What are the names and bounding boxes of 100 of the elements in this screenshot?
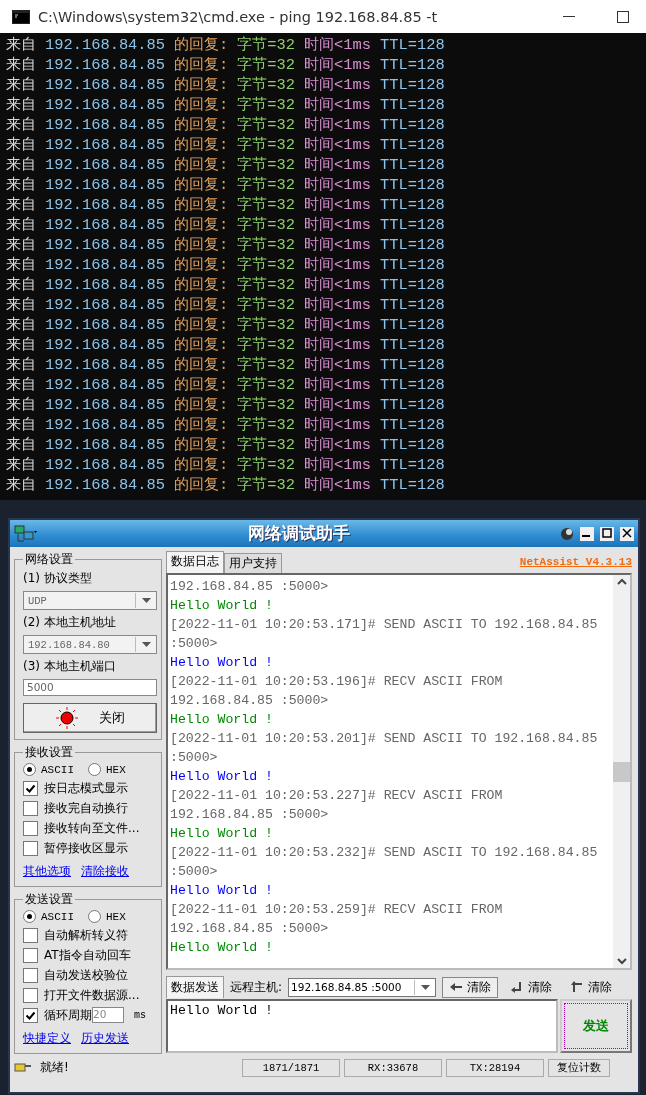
console-text: TTL=128 [380,35,445,55]
checkbox[interactable] [23,840,38,856]
console-text: 192.168.84.85 [45,215,166,235]
console-text: 192.168.84.85 [45,135,166,155]
console-text: 192.168.84.85 [45,295,166,315]
network-icon[interactable] [14,524,38,543]
log-line: Hello World ! [170,939,274,957]
radio-button[interactable] [23,763,36,776]
clear-button[interactable]: 清除 [504,977,559,997]
console-text: 字节=32 [237,115,296,135]
port-field[interactable]: 5000 [23,679,157,696]
option-link[interactable]: 其他选项 [23,863,71,880]
console-text: 192.168.84.85 [45,355,166,375]
up-arrow-icon [570,981,585,993]
console-text: 192.168.84.85 [45,415,166,435]
console-text: TTL=128 [380,135,445,155]
console-text: 的回复: [174,235,229,255]
log-line: [2022-11-01 10:20:53.259]# RECV ASCII FROM [170,901,504,919]
reset-count-button[interactable]: 复位计数 [548,1059,610,1077]
console-text: 的回复: [174,315,229,335]
minimize-icon[interactable] [563,15,575,18]
console-text: 192.168.84.85 [45,475,166,495]
group-title: 网络设置 [24,551,74,568]
console-text: TTL=128 [380,155,445,175]
log-line: 192.168.84.85 :5000> [170,578,330,596]
window-title: C:\Windows\system32\cmd.exe - ping 192.168.84.85 -t [38,8,439,25]
log-line: Hello World ! [170,597,274,615]
scroll-thumb[interactable] [613,761,630,782]
maximize-icon[interactable] [617,10,629,23]
message-field[interactable]: Hello World ! [166,999,558,1053]
console-text: 来自 [6,355,36,375]
maximize-icon[interactable] [600,526,614,541]
console-text: 的回复: [174,115,229,135]
console-text: 时间<1ms [304,95,371,115]
dropdown-arrow-icon [420,984,430,990]
period-field[interactable]: 20 [92,1007,124,1023]
tab[interactable]: 数据日志 [166,551,224,573]
console-text: 字节=32 [237,375,296,395]
radio-button[interactable] [88,763,101,776]
globe-icon[interactable] [560,526,574,541]
close-connection-button[interactable]: 关闭 [23,703,157,733]
checkbox[interactable] [23,987,38,1003]
checkbox-label: 自动解析转义符 [44,926,128,944]
clear-button[interactable]: 清除 [564,977,619,997]
console-text: TTL=128 [380,355,445,375]
console-text: 时间<1ms [304,275,371,295]
tab[interactable]: 数据发送 [166,976,224,998]
checkbox[interactable] [23,927,38,943]
host-dropdown[interactable]: 192.168.84.80 [23,635,157,654]
radio-button[interactable] [88,910,101,923]
radio-label: HEX [106,763,126,776]
console-text: 的回复: [174,395,229,415]
clear-button[interactable]: 清除 [442,976,499,998]
log-line: Hello World ! [170,654,274,672]
console-text: 字节=32 [237,255,296,275]
console-text: 时间<1ms [304,175,371,195]
log-line: Hello World ! [170,768,274,786]
console-text: 的回复: [174,195,229,215]
radio-button[interactable] [23,910,36,923]
checkbox[interactable] [23,967,38,983]
console-text: 时间<1ms [304,135,371,155]
remote-host-dropdown[interactable]: 192.168.84.85 :5000 [288,977,437,997]
scrollbar[interactable] [613,575,630,968]
close-icon[interactable] [620,526,634,541]
checkbox-label: 自动发送校验位 [44,966,128,984]
console-text: TTL=128 [380,295,445,315]
tab[interactable]: 用户支持 [224,553,282,573]
console-text: 的回复: [174,455,229,475]
protocol-dropdown[interactable]: UDP [23,591,157,610]
console-text: 的回复: [174,95,229,115]
checkbox-label: 循环周期 [44,1006,92,1024]
option-link[interactable]: 历史发送 [81,1030,129,1047]
minimize-icon[interactable] [580,526,594,541]
console-text: 来自 [6,455,36,475]
option-link[interactable]: 快捷定义 [23,1030,71,1047]
console-text: 来自 [6,35,36,55]
radio-label: HEX [106,910,126,923]
checkbox[interactable] [23,820,38,836]
console-text: 来自 [6,415,36,435]
dropdown-arrow-icon [141,598,151,603]
group-title: 发送设置 [24,891,74,908]
console-text: 字节=32 [237,435,296,455]
console-text: TTL=128 [380,455,445,475]
checkbox[interactable] [23,800,38,816]
checkbox[interactable] [23,1007,38,1023]
checkbox[interactable] [23,947,38,963]
console-text: 字节=32 [237,235,296,255]
option-link[interactable]: 清除接收 [81,863,129,880]
console-text: 时间<1ms [304,335,371,355]
console-text: 时间<1ms [304,115,371,135]
send-button[interactable]: 发送 [560,999,632,1053]
console-text: 字节=32 [237,35,296,55]
terminal-icon [12,9,30,24]
console-text: 来自 [6,155,36,175]
console-text: 的回复: [174,275,229,295]
console-text: 的回复: [174,375,229,395]
checkbox[interactable] [23,780,38,796]
log-line: Hello World ! [170,825,274,843]
console-text: 字节=32 [237,415,296,435]
console-text: 来自 [6,275,36,295]
